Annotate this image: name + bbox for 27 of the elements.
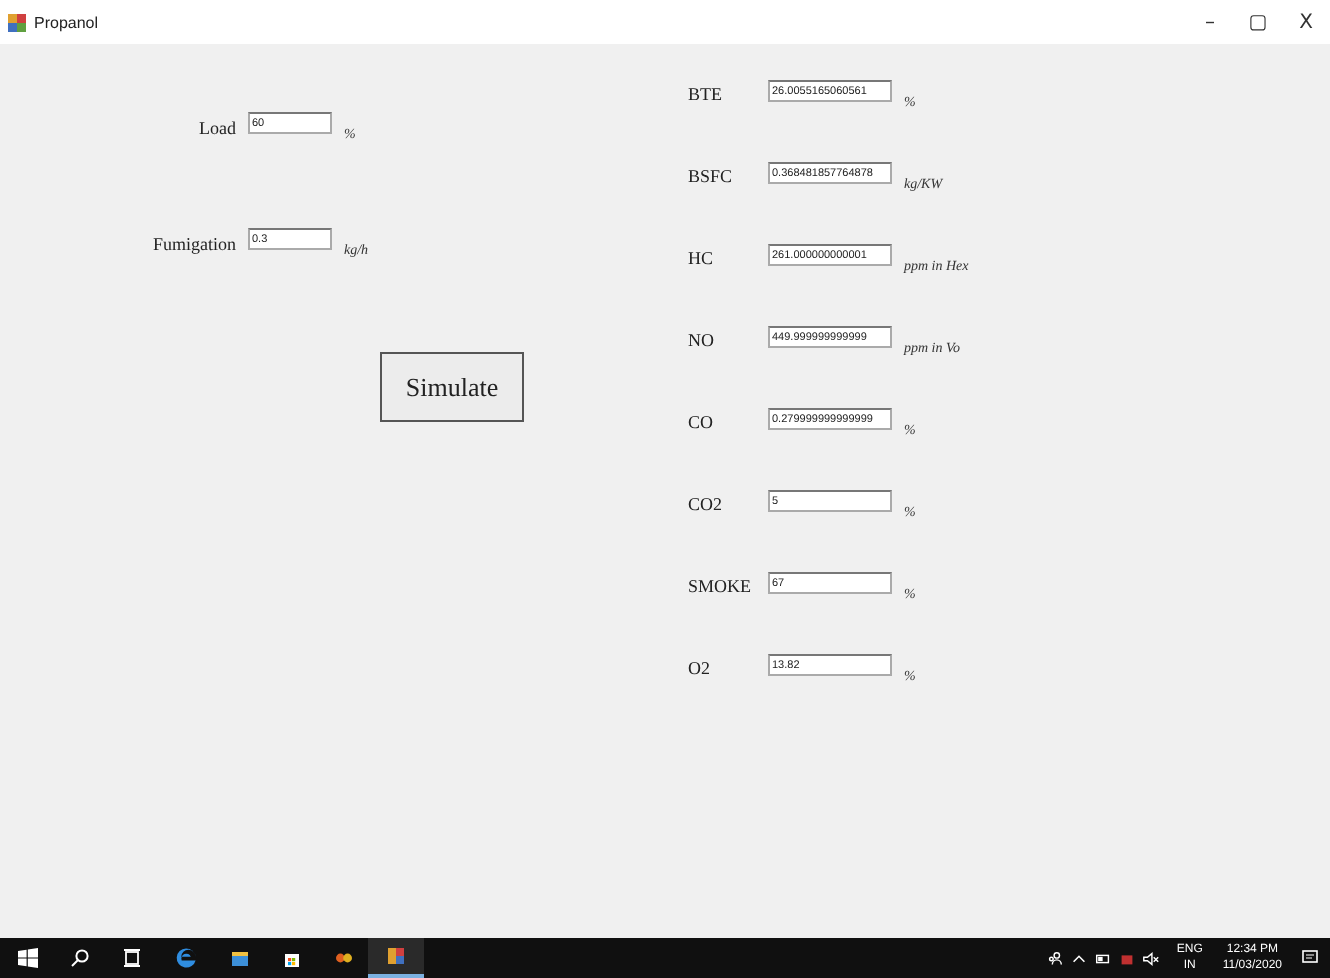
app-icon xyxy=(8,13,26,31)
start-icon[interactable] xyxy=(18,948,38,968)
window-control[interactable]: ▢ xyxy=(1234,0,1282,44)
field-label: BSFC xyxy=(686,164,735,186)
task-view-icon[interactable] xyxy=(122,948,142,968)
speaker-muted-icon[interactable] xyxy=(1142,949,1161,967)
field-label: Fumigation xyxy=(150,232,238,254)
window-control[interactable]: – xyxy=(1186,0,1234,44)
field-label: SMOKE xyxy=(686,574,754,596)
notification-icon[interactable] xyxy=(1300,948,1320,968)
field-label: CO2 xyxy=(686,492,725,514)
simulate-button[interactable]: Simulate xyxy=(380,352,524,422)
battery-icon[interactable] xyxy=(1094,949,1113,967)
browser-icon[interactable] xyxy=(174,946,198,970)
people-icon[interactable] xyxy=(1046,949,1065,967)
window-title: Propanol xyxy=(34,13,99,31)
field-label: CO xyxy=(686,410,716,432)
field-label: O2 xyxy=(686,656,712,678)
folder-icon[interactable] xyxy=(230,948,250,968)
field-label: HC xyxy=(686,246,716,268)
search-icon[interactable] xyxy=(70,948,90,968)
field-label: NO xyxy=(686,328,716,350)
window-control[interactable]: X xyxy=(1282,0,1330,44)
field-label: BTE xyxy=(686,82,724,104)
app-icon[interactable] xyxy=(386,946,406,966)
field-label: Load xyxy=(197,116,238,138)
shopping-bag-icon[interactable] xyxy=(282,948,302,968)
